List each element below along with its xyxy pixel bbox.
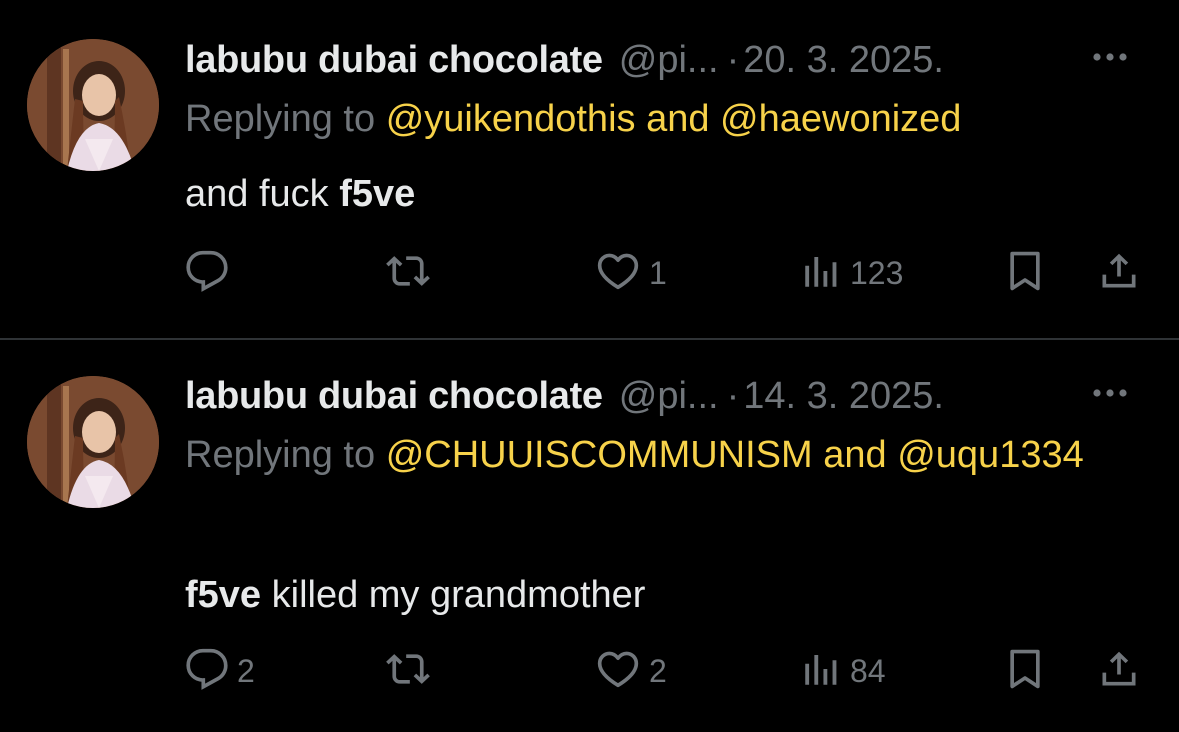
user-handle[interactable]: @pi... bbox=[619, 36, 719, 84]
reply-icon bbox=[185, 647, 229, 696]
like-count: 1 bbox=[649, 254, 667, 291]
replying-to: Replying to @yuikendothis and @haewonize… bbox=[185, 88, 1125, 150]
retweet-icon bbox=[385, 249, 431, 298]
more-icon[interactable] bbox=[1085, 42, 1135, 72]
user-handle[interactable]: @pi... bbox=[619, 372, 719, 420]
mention-link[interactable]: @yuikendothis bbox=[386, 98, 636, 140]
reply-icon bbox=[185, 249, 229, 298]
display-name[interactable]: labubu dubai chocolate bbox=[185, 372, 603, 420]
view-count: 84 bbox=[850, 652, 886, 689]
tweet[interactable]: labubu dubai chocolate @pi... · 14. 3. 2… bbox=[0, 340, 1179, 732]
tweet-text: and fuck f5ve bbox=[185, 170, 415, 218]
views-icon bbox=[800, 249, 842, 298]
like-button[interactable]: 1 bbox=[595, 245, 667, 301]
reply-button[interactable] bbox=[185, 245, 237, 301]
share-button[interactable] bbox=[1097, 643, 1141, 699]
views-button[interactable]: 84 bbox=[800, 643, 886, 699]
tweet-text-bold: f5ve bbox=[339, 173, 416, 215]
bookmark-icon bbox=[1003, 247, 1047, 300]
mention-link[interactable]: @haewonized bbox=[720, 98, 961, 140]
action-bar: 2 2 84 bbox=[185, 643, 1155, 699]
mention-link[interactable]: @uqu1334 bbox=[897, 434, 1084, 476]
reply-count: 2 bbox=[237, 652, 255, 689]
views-button[interactable]: 123 bbox=[800, 245, 903, 301]
more-icon[interactable] bbox=[1085, 378, 1135, 408]
tweet-date[interactable]: 20. 3. 2025. bbox=[743, 36, 944, 84]
retweet-button[interactable] bbox=[385, 643, 439, 699]
tweet-date[interactable]: 14. 3. 2025. bbox=[743, 372, 944, 420]
avatar[interactable] bbox=[27, 376, 159, 508]
share-icon bbox=[1097, 248, 1141, 299]
like-count: 2 bbox=[649, 652, 667, 689]
retweet-button[interactable] bbox=[385, 245, 439, 301]
heart-icon bbox=[595, 647, 641, 696]
replying-joiner: and bbox=[646, 98, 710, 140]
separator-dot: · bbox=[726, 375, 740, 417]
replying-joiner: and bbox=[823, 434, 887, 476]
replying-to-label: Replying to bbox=[185, 98, 376, 140]
views-icon bbox=[800, 647, 842, 696]
reply-button[interactable]: 2 bbox=[185, 643, 255, 699]
tweet[interactable]: labubu dubai chocolate @pi... · 20. 3. 2… bbox=[0, 0, 1179, 338]
bookmark-icon bbox=[1003, 645, 1047, 698]
tweet-text-part: killed my grandmother bbox=[261, 574, 646, 616]
mention-link[interactable]: @CHUUISCOMMUNISM bbox=[386, 434, 813, 476]
replying-to: Replying to @CHUUISCOMMUNISM and @uqu133… bbox=[185, 424, 1125, 486]
bookmark-button[interactable] bbox=[1003, 643, 1047, 699]
view-count: 123 bbox=[850, 254, 904, 291]
avatar[interactable] bbox=[27, 39, 159, 171]
replying-to-label: Replying to bbox=[185, 434, 376, 476]
tweet-text-bold: f5ve bbox=[185, 574, 262, 616]
share-button[interactable] bbox=[1097, 245, 1141, 301]
tweet-text: f5ve killed my grandmother bbox=[185, 571, 645, 619]
heart-icon bbox=[595, 249, 641, 298]
tweet-text-part: and fuck bbox=[185, 173, 340, 215]
display-name[interactable]: labubu dubai chocolate bbox=[185, 36, 603, 84]
action-bar: 1 123 bbox=[185, 245, 1155, 301]
retweet-icon bbox=[385, 647, 431, 696]
like-button[interactable]: 2 bbox=[595, 643, 667, 699]
bookmark-button[interactable] bbox=[1003, 245, 1047, 301]
share-icon bbox=[1097, 646, 1141, 697]
separator-dot: · bbox=[726, 39, 740, 81]
